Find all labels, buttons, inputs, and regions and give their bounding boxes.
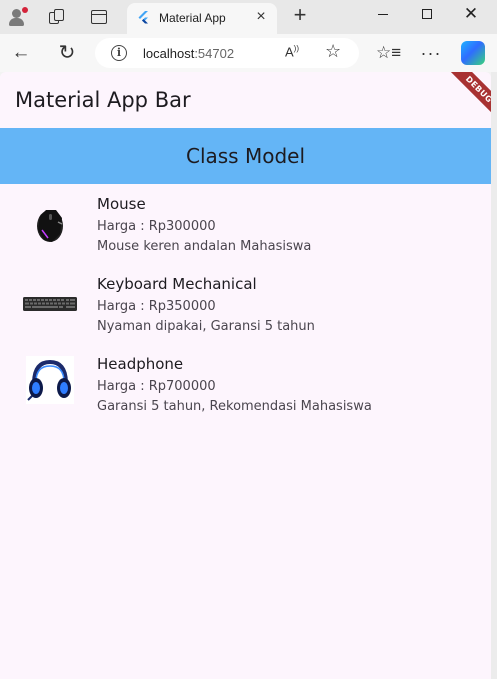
workspaces-icon[interactable] (46, 6, 68, 28)
app-bar-title: Material App Bar (15, 88, 191, 112)
favorites-icon[interactable]: ☆≡ (376, 42, 401, 64)
address-bar[interactable]: i localhost:54702 A)) ☆ (95, 38, 359, 68)
scrollbar-track[interactable] (491, 72, 497, 679)
plus-icon[interactable]: + (289, 4, 311, 27)
product-name: Headphone (97, 355, 184, 373)
profile-icon[interactable] (6, 6, 28, 28)
flutter-logo-icon (138, 11, 148, 24)
star-icon[interactable]: ☆ (325, 41, 341, 62)
app-bar: Material App Bar (0, 72, 491, 128)
header-title: Class Model (185, 144, 306, 168)
list-item[interactable]: Keyboard Mechanical Harga : Rp350000 Nya… (0, 264, 491, 344)
close-icon[interactable]: × (253, 9, 269, 25)
window-close-icon[interactable]: ✕ (456, 3, 486, 25)
product-name: Keyboard Mechanical (97, 275, 257, 293)
browser-tab-bar: Material App × + ✕ (0, 0, 497, 34)
app-viewport: Material App Bar DEBUG Class Model Mouse… (0, 72, 491, 679)
tab-title: Material App (159, 11, 226, 25)
arrow-left-icon[interactable]: ← (10, 42, 32, 64)
reload-icon[interactable]: ↻ (56, 42, 78, 64)
keyboard-image (22, 284, 78, 324)
product-list: Mouse Harga : Rp300000 Mouse keren andal… (0, 184, 491, 424)
copilot-icon[interactable] (461, 41, 485, 65)
product-price: Harga : Rp700000 (97, 379, 216, 394)
info-icon[interactable]: i (111, 45, 127, 61)
maximize-icon[interactable] (412, 3, 442, 25)
url-port: :54702 (194, 46, 235, 61)
product-description: Nyaman dipakai, Garansi 5 tahun (97, 319, 315, 334)
tab-actions-icon[interactable] (88, 6, 110, 28)
product-name: Mouse (97, 195, 146, 213)
product-description: Garansi 5 tahun, Rekomendasi Mahasiswa (97, 399, 372, 414)
product-price: Harga : Rp300000 (97, 219, 216, 234)
list-item[interactable]: Headphone Harga : Rp700000 Garansi 5 tah… (0, 344, 491, 424)
more-icon[interactable]: ··· (420, 42, 442, 64)
list-item[interactable]: Mouse Harga : Rp300000 Mouse keren andal… (0, 184, 491, 264)
read-aloud-icon[interactable]: A)) (285, 44, 299, 59)
browser-toolbar: ← ↻ i localhost:54702 A)) ☆ ☆≡ ··· (0, 34, 497, 72)
url-text: localhost:54702 (143, 46, 234, 61)
minimize-icon[interactable] (368, 3, 398, 25)
headphone-image (22, 356, 78, 404)
mouse-image (22, 204, 78, 244)
header-banner: Class Model (0, 128, 491, 184)
browser-tab[interactable]: Material App × (127, 3, 277, 34)
product-description: Mouse keren andalan Mahasiswa (97, 239, 312, 254)
url-host: localhost (143, 46, 195, 61)
product-price: Harga : Rp350000 (97, 299, 216, 314)
